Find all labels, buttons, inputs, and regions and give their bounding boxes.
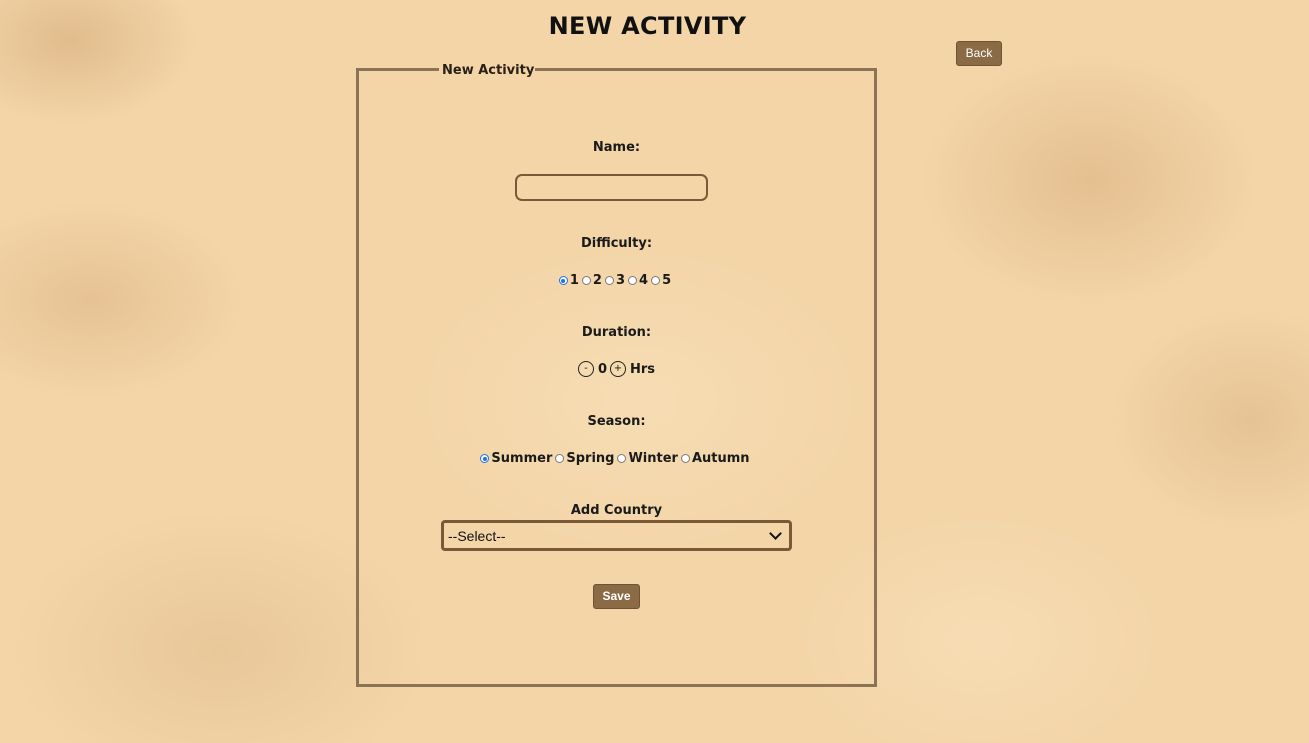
difficulty-options: 1 2 3 4 5	[356, 273, 877, 288]
duration-unit: Hrs	[630, 361, 656, 377]
difficulty-option-label: 1	[569, 273, 579, 288]
difficulty-option-3[interactable]: 3	[604, 273, 626, 288]
difficulty-option-2[interactable]: 2	[581, 273, 602, 288]
season-option-label: Autumn	[691, 451, 750, 466]
difficulty-radio-2[interactable]	[581, 276, 591, 285]
season-radio-summer[interactable]	[480, 454, 490, 463]
season-option-summer[interactable]: Summer	[480, 451, 552, 466]
season-radio-autumn[interactable]	[680, 454, 690, 463]
back-button[interactable]: Back	[956, 41, 1002, 66]
country-select[interactable]: --Select--	[441, 520, 792, 551]
season-option-label: Summer	[491, 451, 553, 466]
difficulty-radio-1[interactable]	[558, 276, 568, 285]
save-button[interactable]: Save	[593, 584, 640, 609]
country-label: Add Country	[570, 503, 663, 518]
country-select-value: --Select--	[448, 527, 506, 544]
name-input[interactable]	[515, 174, 708, 201]
duration-stepper: - 0 + Hrs	[356, 361, 877, 377]
season-radio-winter[interactable]	[617, 454, 627, 463]
season-option-spring[interactable]: Spring	[555, 451, 614, 466]
duration-decrement-button[interactable]: -	[577, 361, 594, 377]
duration-increment-button[interactable]: +	[610, 361, 626, 377]
chevron-down-icon	[769, 527, 782, 540]
form-legend: New Activity	[442, 63, 535, 78]
difficulty-option-label: 2	[592, 273, 602, 288]
difficulty-radio-5[interactable]	[651, 276, 661, 285]
difficulty-option-label: 4	[639, 273, 649, 288]
page-title: NEW ACTIVITY	[548, 12, 747, 40]
season-radio-spring[interactable]	[555, 454, 565, 463]
difficulty-label: Difficulty:	[580, 236, 653, 251]
season-option-autumn[interactable]: Autumn	[680, 451, 750, 466]
season-option-label: Winter	[628, 451, 678, 466]
duration-label: Duration:	[581, 325, 652, 340]
difficulty-option-label: 5	[662, 273, 672, 288]
difficulty-radio-3[interactable]	[604, 276, 614, 285]
difficulty-option-5[interactable]: 5	[651, 273, 671, 288]
season-option-label: Spring	[566, 451, 615, 466]
name-label: Name:	[592, 140, 641, 155]
duration-value: 0	[597, 361, 607, 377]
difficulty-option-label: 3	[615, 273, 626, 288]
page: { "page": { "title": "NEW ACTIVITY" }, "…	[0, 0, 1309, 743]
season-options: Summer Spring Winter Autumn	[356, 451, 877, 466]
difficulty-radio-4[interactable]	[628, 276, 638, 285]
season-label: Season:	[587, 414, 646, 429]
difficulty-option-4[interactable]: 4	[628, 273, 648, 288]
season-option-winter[interactable]: Winter	[617, 451, 678, 466]
difficulty-option-1[interactable]: 1	[558, 273, 579, 288]
